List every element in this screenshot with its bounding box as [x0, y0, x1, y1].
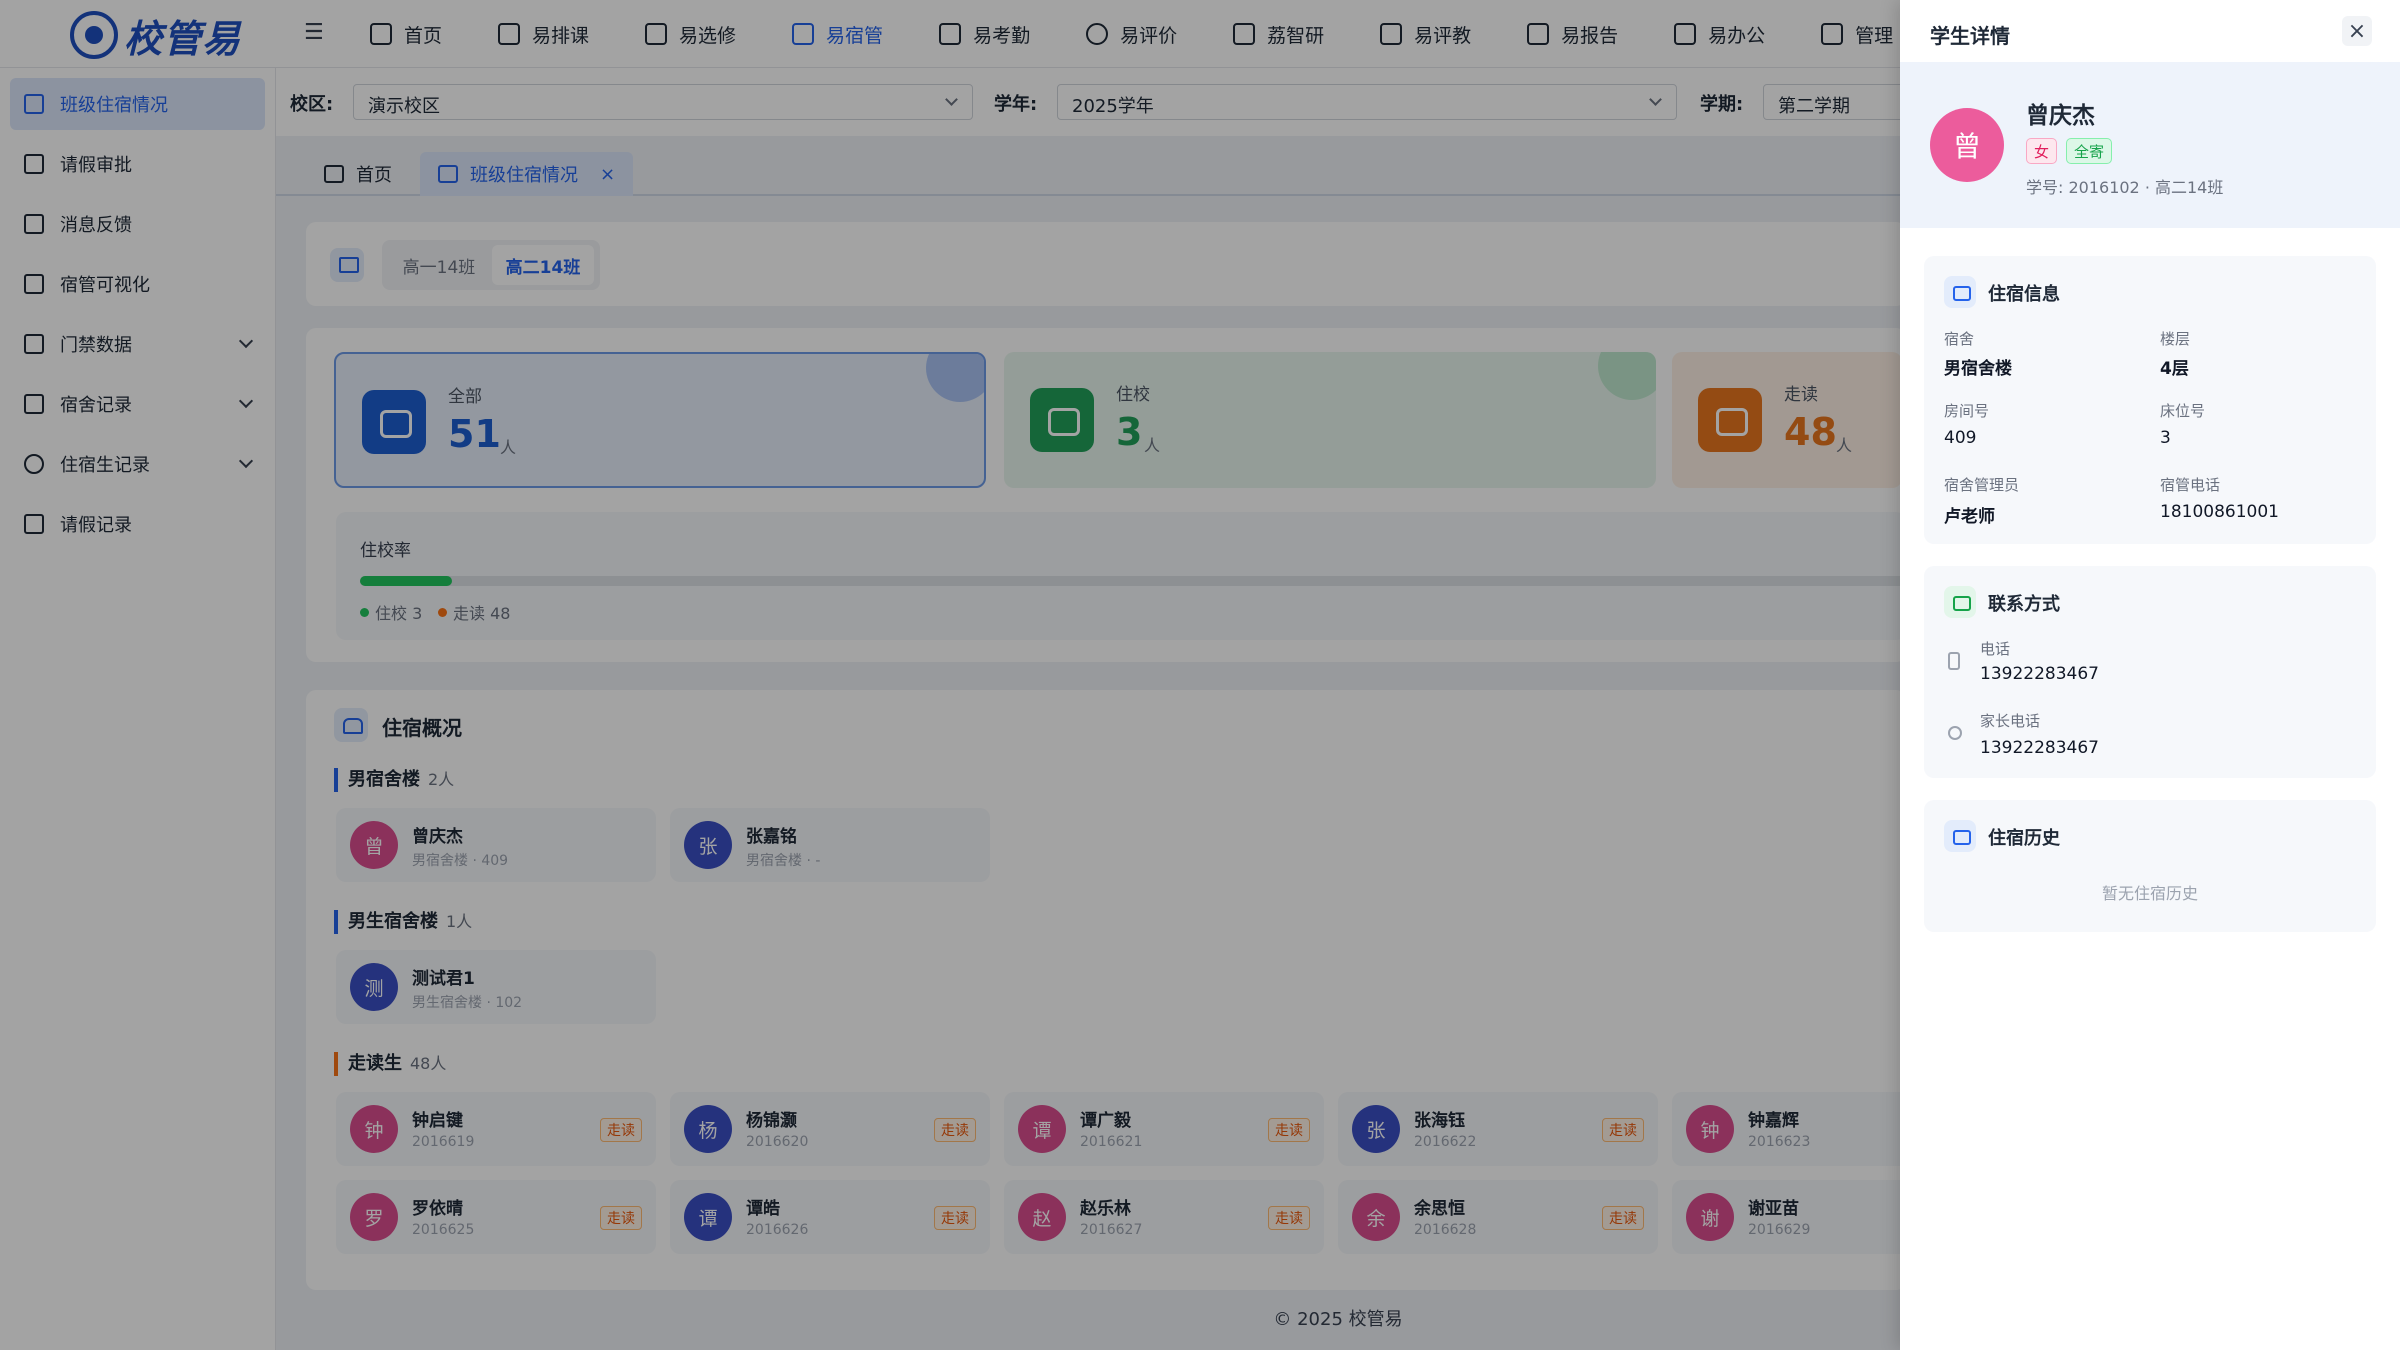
student-name: 曾庆杰	[2026, 103, 2095, 129]
avatar: 曾	[1930, 108, 2004, 182]
bed-icon	[1944, 276, 1976, 308]
parent-phone-label: 家长电话	[1980, 712, 2041, 730]
field-key: 房间号	[1944, 402, 1990, 420]
dorm-info-section: 住宿信息 宿舍 男宿舍楼 楼层 4层 房间号 409 床位号 3 宿舍管理员 卢…	[1924, 256, 2376, 544]
field-key: 楼层	[2160, 330, 2191, 348]
empty-history-text: 暂无住宿历史	[2101, 884, 2198, 903]
field-value: 409	[1944, 428, 1977, 448]
phone-value[interactable]: 13922283467	[1980, 664, 2099, 684]
field-key: 宿舍	[1944, 330, 1975, 348]
modal-overlay[interactable]	[0, 0, 1900, 1350]
phone-icon	[1944, 586, 1976, 618]
field-key: 床位号	[2160, 402, 2206, 420]
boarding-type-tag: 全寄	[2066, 138, 2113, 164]
section-title: 住宿信息	[1988, 284, 2060, 305]
drawer-title: 学生详情	[1930, 24, 2010, 48]
phone-label: 电话	[1980, 640, 2011, 658]
history-section: 住宿历史 暂无住宿历史	[1924, 800, 2376, 932]
section-title: 联系方式	[1988, 594, 2060, 615]
field-key: 宿管电话	[2160, 476, 2221, 494]
mobile-icon	[1948, 652, 1960, 670]
parent-phone-value[interactable]: 13922283467	[1980, 738, 2099, 758]
field-value: 男宿舍楼	[1944, 359, 2012, 379]
section-title: 住宿历史	[1988, 828, 2060, 849]
parent-icon	[1948, 726, 1962, 740]
close-icon[interactable]: ×	[2342, 16, 2372, 46]
field-value: 3	[2160, 428, 2171, 448]
field-key: 宿舍管理员	[1944, 476, 2020, 494]
student-id-class: 学号: 2016102 · 高二14班	[2026, 178, 2224, 197]
field-value: 4层	[2160, 359, 2189, 379]
field-value: 18100861001	[2160, 502, 2279, 522]
field-value: 卢老师	[1944, 507, 1995, 527]
contact-section: 联系方式 电话 13922283467 家长电话 13922283467	[1924, 566, 2376, 778]
gender-tag: 女	[2026, 138, 2058, 164]
history-icon	[1944, 820, 1976, 852]
